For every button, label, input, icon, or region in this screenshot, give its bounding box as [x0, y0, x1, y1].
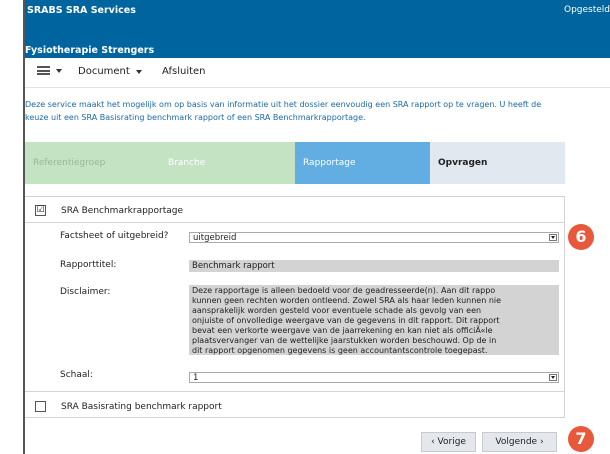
toolbar: Document Afsluiten	[25, 58, 610, 88]
step-opvragen[interactable]: Opvragen	[430, 142, 565, 184]
factsheet-select[interactable]: uitgebreid	[189, 232, 559, 243]
basisrating-checkbox[interactable]	[35, 401, 46, 412]
status-label: Opgesteld	[563, 5, 610, 15]
step-referentiegroep[interactable]: Referentiegroep	[25, 142, 160, 184]
disclaimer-textarea[interactable]: Deze rapportage is alleen bedoeld voor d…	[189, 285, 559, 355]
callout-badge-7: 7	[568, 426, 594, 452]
report-options-panel: ☑ SRA Benchmarkrapportage Factsheet of u…	[25, 196, 565, 418]
scale-label: Schaal:	[60, 370, 93, 380]
next-button[interactable]: Volgende ›	[482, 432, 557, 452]
chevron-down-icon	[135, 69, 142, 74]
divider	[25, 222, 565, 223]
basisrating-label: SRA Basisrating benchmark rapport	[61, 402, 222, 412]
callout-badge-6: 6	[568, 224, 594, 250]
factsheet-label: Factsheet of uitgebreid?	[60, 231, 169, 241]
report-title-input[interactable]: Benchmark rapport	[189, 260, 559, 272]
document-menu-label: Document	[78, 66, 130, 77]
dropdown-arrow-icon	[549, 234, 557, 241]
dropdown-arrow-icon	[549, 374, 557, 381]
scale-select[interactable]: 1	[189, 372, 559, 383]
step-branche[interactable]: Branche	[160, 142, 295, 184]
benchmark-checkbox[interactable]: ☑	[35, 205, 46, 216]
chevron-down-icon	[56, 68, 62, 73]
client-name: Fysiotherapie Strengers	[25, 45, 155, 56]
wizard-steps: Referentiegroep Branche Rapportage Opvra…	[25, 142, 565, 184]
benchmark-label: SRA Benchmarkrapportage	[61, 206, 184, 216]
close-button[interactable]: Afsluiten	[162, 66, 206, 77]
factsheet-value: uitgebreid	[193, 233, 237, 243]
scale-value: 1	[193, 373, 199, 383]
main-menu-button[interactable]	[37, 66, 62, 75]
step-rapportage[interactable]: Rapportage	[295, 142, 430, 184]
previous-button[interactable]: ‹ Vorige	[421, 432, 476, 452]
step-label: Opvragen	[438, 158, 488, 168]
step-label: Branche	[168, 158, 206, 168]
divider	[25, 391, 565, 392]
document-menu[interactable]: Document	[78, 66, 142, 77]
hamburger-icon	[37, 66, 50, 75]
step-label: Rapportage	[303, 158, 356, 168]
intro-text: Deze service maakt het mogelijk om op ba…	[25, 100, 542, 122]
disclaimer-label: Disclaimer:	[60, 287, 111, 297]
company-name: SRABS SRA Services	[27, 5, 136, 16]
report-title-label: Rapporttitel:	[60, 260, 117, 270]
app-header: SRABS SRA Services Opgesteld Fysiotherap…	[25, 0, 610, 58]
step-label: Referentiegroep	[33, 158, 106, 168]
close-label: Afsluiten	[162, 66, 206, 77]
